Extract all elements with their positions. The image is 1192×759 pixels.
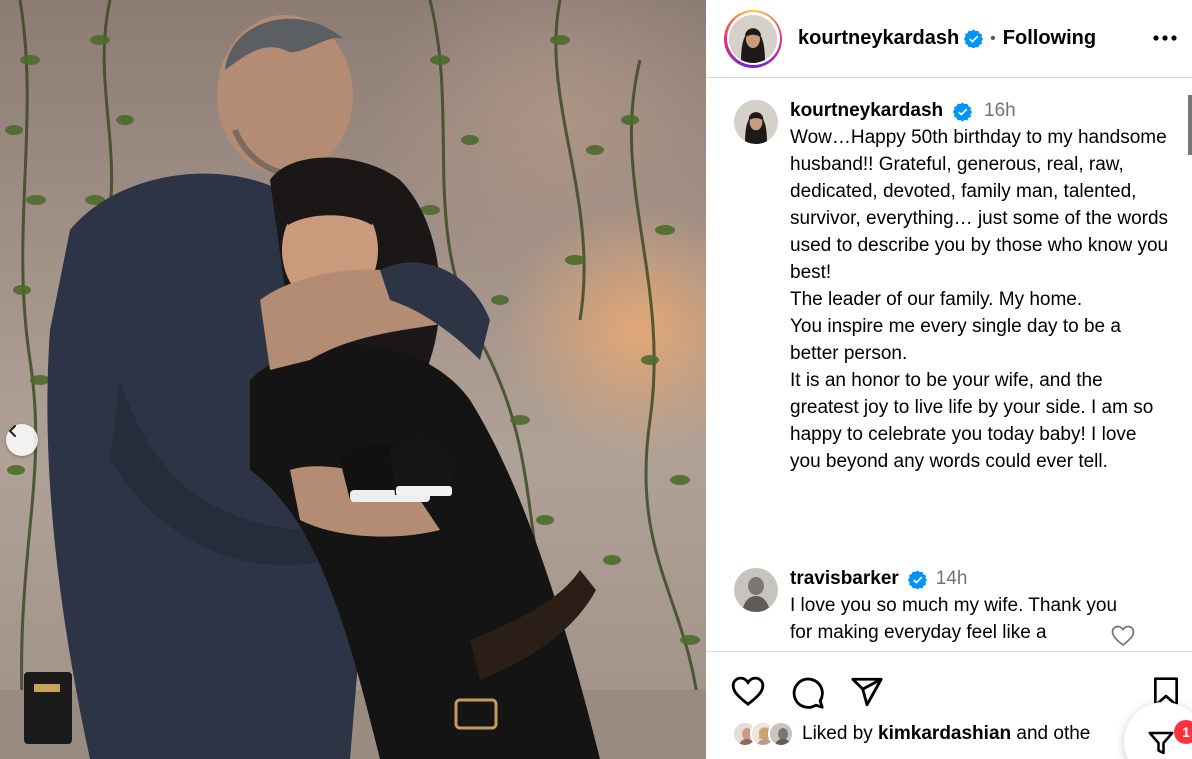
filter-icon	[1148, 731, 1174, 755]
verified-icon	[952, 102, 972, 122]
post-photo-illustration	[0, 0, 706, 759]
comment-text: I love you so much my wife. Thank you fo…	[790, 595, 1118, 643]
scrollbar-thumb[interactable]	[1188, 95, 1192, 155]
post-actions-bar: Liked by kimkardashian and othe 1	[706, 651, 1192, 759]
caption-username[interactable]: kourtneykardash	[790, 100, 943, 121]
author-avatar	[729, 14, 777, 63]
post-side-panel: kourtneykardash • Following kourtneykard…	[706, 0, 1192, 759]
comment-like-heart-icon[interactable]	[1111, 625, 1135, 647]
notification-badge: 1	[1174, 720, 1192, 744]
share-icon[interactable]	[850, 676, 884, 708]
comment-time[interactable]: 14h	[936, 568, 968, 589]
liked-by-text: Liked by kimkardashian and othe	[802, 723, 1091, 744]
author-username[interactable]: kourtneykardash	[798, 27, 959, 50]
verified-icon	[908, 570, 928, 590]
commenter-username[interactable]: travisbarker	[790, 568, 899, 589]
previous-photo-button[interactable]	[6, 424, 38, 456]
verified-icon	[964, 29, 984, 48]
liker-avatar	[768, 721, 794, 747]
caption-text: Wow…Happy 50th birthday to my handsome h…	[790, 127, 1169, 472]
liked-by-user[interactable]: kimkardashian	[878, 723, 1011, 744]
more-icon[interactable]	[1152, 25, 1178, 51]
chevron-left-icon	[8, 425, 16, 437]
likes-summary[interactable]: Liked by kimkardashian and othe	[732, 721, 1090, 747]
post-header: kourtneykardash • Following	[706, 0, 1192, 78]
heart-icon[interactable]	[731, 676, 765, 707]
commenter-avatar[interactable]	[734, 568, 778, 612]
comments-scroll-area[interactable]: kourtneykardash 16h Wow…Happy 50th birth…	[706, 79, 1192, 651]
post-photo	[0, 0, 706, 759]
separator-dot: •	[990, 29, 996, 47]
story-ring[interactable]	[724, 9, 782, 68]
caption-avatar[interactable]	[734, 100, 778, 144]
comment-icon[interactable]	[791, 676, 825, 710]
caption-time[interactable]: 16h	[984, 100, 1016, 121]
following-button[interactable]: Following	[1003, 27, 1096, 50]
